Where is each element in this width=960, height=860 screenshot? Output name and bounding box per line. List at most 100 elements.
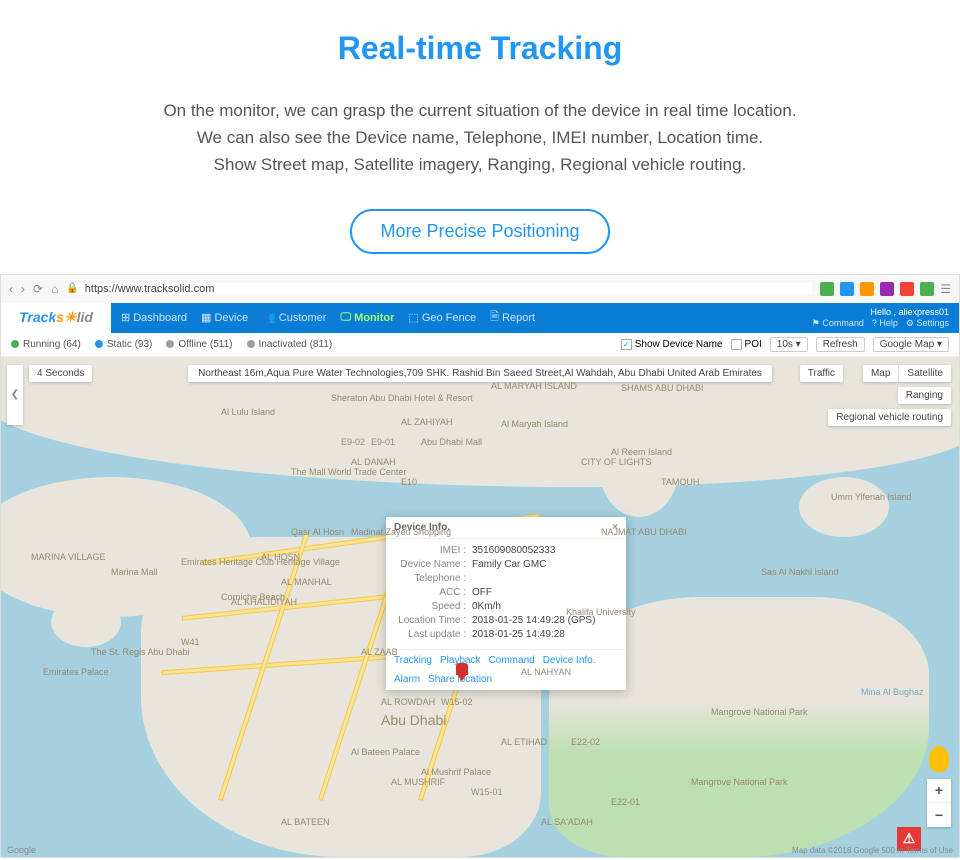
popup-label: Last update :	[394, 629, 472, 640]
checkbox-icon: ✓	[621, 339, 632, 350]
show-device-name-checkbox[interactable]: ✓Show Device Name	[621, 339, 723, 350]
map-provider-select[interactable]: Google Map ▾	[873, 337, 949, 352]
nav-label: Monitor	[354, 312, 394, 324]
popup-label: Telephone :	[394, 573, 472, 584]
back-icon[interactable]: ‹	[9, 282, 13, 296]
status-label: Static (93)	[107, 339, 153, 350]
customer-icon: 👥	[262, 311, 276, 324]
nav-customer[interactable]: 👥Customer	[262, 311, 326, 324]
hero-description: On the monitor, we can grasp the current…	[20, 97, 940, 179]
nav-geofence[interactable]: ⬚ Geo Fence	[408, 311, 476, 324]
map-type-map[interactable]: Map	[863, 365, 898, 382]
zoom-in-button[interactable]: +	[927, 779, 951, 803]
header-command-link[interactable]: ⚑ Command	[812, 318, 864, 329]
sidebar-toggle[interactable]: ❮	[7, 365, 23, 425]
popup-label: Device Name :	[394, 559, 472, 570]
extension-icon[interactable]	[840, 282, 854, 296]
pegman-icon[interactable]	[929, 746, 949, 772]
traffic-button[interactable]: Traffic	[800, 365, 843, 382]
nav-label: Dashboard	[133, 312, 187, 324]
report-icon: 🗎	[490, 308, 499, 327]
popup-label: ACC :	[394, 587, 472, 598]
browser-toolbar: ‹ › ⟳ ⌂ 🔒 https://www.tracksolid.com ☰	[1, 275, 959, 303]
popup-value-speed: 0Km/h	[472, 601, 501, 612]
popup-link-alarm[interactable]: Alarm	[394, 674, 420, 685]
forward-icon[interactable]: ›	[21, 282, 25, 296]
map-label: Qasr Al Hosn	[291, 527, 344, 537]
logo[interactable]: Tracks☀lid	[1, 303, 111, 333]
map-label: Sas Al Nakhl Island	[761, 567, 839, 577]
nav-dashboard[interactable]: ⊞Dashboard	[121, 311, 187, 324]
link-label: Help	[879, 318, 898, 328]
extension-icon[interactable]	[880, 282, 894, 296]
ranging-button[interactable]: Ranging	[898, 387, 951, 404]
land-shape	[51, 597, 121, 647]
geofence-icon: ⬚	[408, 311, 418, 324]
popup-value-name: Family Car GMC	[472, 559, 546, 570]
regional-routing-button[interactable]: Regional vehicle routing	[828, 409, 951, 426]
more-precise-button[interactable]: More Precise Positioning	[350, 209, 609, 254]
popup-link-tracking[interactable]: Tracking	[394, 655, 432, 666]
lock-icon: 🔒	[66, 283, 78, 294]
nav-label: Device	[214, 312, 248, 324]
device-info-popup: Device Info. × IMEI :351609080052333 Dev…	[386, 517, 626, 690]
google-attribution: Google	[7, 845, 36, 855]
device-marker-icon[interactable]	[456, 663, 468, 683]
logo-part: Track	[19, 309, 56, 325]
nav-label: Customer	[279, 312, 327, 324]
status-static[interactable]: Static (93)	[95, 339, 153, 350]
popup-value-imei: 351609080052333	[472, 545, 555, 556]
status-dot-icon	[247, 340, 255, 348]
link-label: Settings	[916, 318, 949, 328]
zoom-out-button[interactable]: −	[927, 803, 951, 827]
status-dot-icon	[166, 340, 174, 348]
status-offline[interactable]: Offline (511)	[166, 339, 232, 350]
extension-icon[interactable]	[920, 282, 934, 296]
poi-checkbox[interactable]: POI	[731, 339, 762, 350]
status-running[interactable]: Running (64)	[11, 339, 81, 350]
nav-report[interactable]: 🗎Report	[490, 308, 535, 327]
logo-part: lid	[77, 309, 93, 325]
monitor-icon: 🖵	[340, 311, 351, 324]
seconds-button[interactable]: 4 Seconds	[29, 365, 92, 382]
device-icon: ▦	[201, 311, 211, 324]
home-icon[interactable]: ⌂	[51, 282, 58, 296]
popup-link-command[interactable]: Command	[489, 655, 535, 666]
hero-title: Real-time Tracking	[20, 30, 940, 67]
status-inactivated[interactable]: Inactivated (811)	[247, 339, 333, 350]
status-label: Offline (511)	[178, 339, 232, 350]
popup-value-acc: OFF	[472, 587, 492, 598]
header-help-link[interactable]: ? Help	[872, 318, 898, 329]
nav-device[interactable]: ▦Device	[201, 311, 248, 324]
nav-monitor[interactable]: 🖵Monitor	[340, 311, 394, 324]
url-text[interactable]: https://www.tracksolid.com	[85, 283, 215, 295]
extension-icon[interactable]	[820, 282, 834, 296]
popup-label: Location Time :	[394, 615, 472, 626]
extension-icon[interactable]	[900, 282, 914, 296]
popup-link-deviceinfo[interactable]: Device Info.	[543, 655, 596, 666]
popup-value-loctime: 2018-01-25 14:49:28 (GPS)	[472, 615, 595, 626]
logo-part: s	[56, 309, 64, 325]
nav-label: Geo Fence	[422, 312, 476, 324]
hero-desc-line: Show Street map, Satellite imagery, Rang…	[20, 151, 940, 178]
land-shape	[799, 477, 889, 537]
zoom-control: + −	[927, 779, 951, 827]
close-icon[interactable]: ×	[612, 522, 618, 533]
map-type-satellite[interactable]: Satellite	[898, 365, 951, 382]
popup-title: Device Info.	[394, 522, 450, 533]
dashboard-icon: ⊞	[121, 311, 130, 324]
extension-icon[interactable]	[860, 282, 874, 296]
reload-icon[interactable]: ⟳	[33, 282, 43, 296]
land-shape	[21, 577, 61, 607]
refresh-button[interactable]: Refresh	[816, 337, 865, 352]
map-footer-right: Map data ©2018 Google 500 m Terms of Use	[792, 846, 953, 855]
map-canvas[interactable]: ❮ Northeast 16m,Aqua Pure Water Technolo…	[1, 357, 959, 857]
menu-icon[interactable]: ☰	[940, 282, 951, 296]
land-shape	[599, 417, 679, 517]
app-header: Tracks☀lid ⊞Dashboard ▦Device 👥Customer …	[1, 303, 959, 333]
map-type-toggle[interactable]: Map Satellite	[863, 365, 951, 382]
interval-select[interactable]: 10s ▾	[770, 337, 808, 352]
header-settings-link[interactable]: ⚙ Settings	[906, 318, 949, 329]
status-dot-icon	[11, 340, 19, 348]
status-dot-icon	[95, 340, 103, 348]
